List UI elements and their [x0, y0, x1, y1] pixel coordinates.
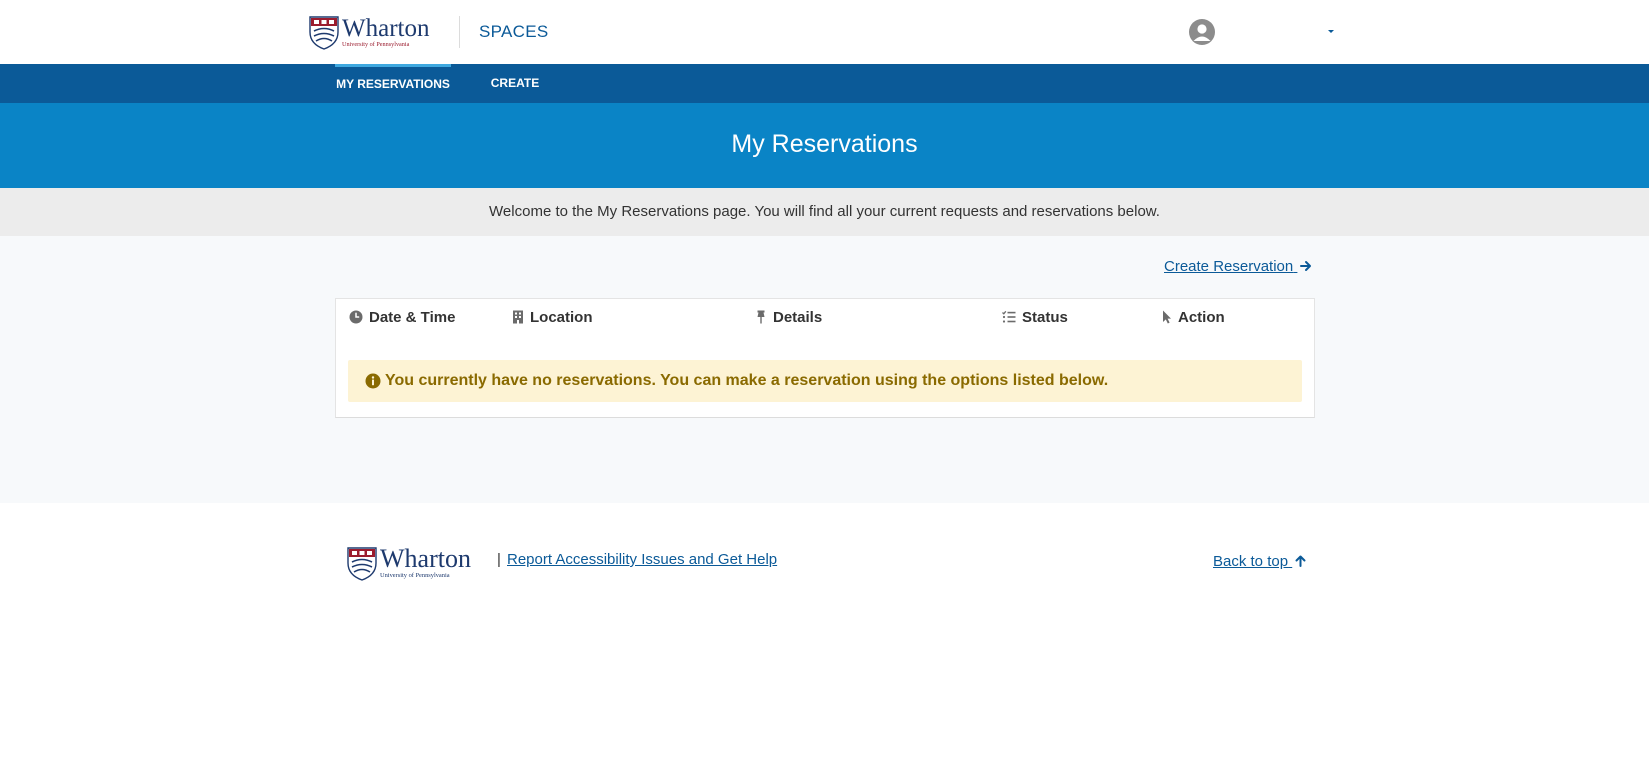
tab-my-reservations[interactable]: MY RESERVATIONS — [335, 64, 451, 103]
header-divider — [459, 16, 460, 48]
building-icon — [513, 310, 523, 324]
list-check-icon — [1002, 310, 1016, 323]
create-reservation-label: Create Reservation — [1164, 258, 1294, 275]
clock-icon — [349, 310, 363, 324]
welcome-text: Welcome to the My Reservations page. You… — [489, 203, 1160, 220]
main-content: Create Reservation Date & Time Location — [0, 236, 1649, 503]
column-label: Date & Time — [369, 309, 456, 326]
top-header: Wharton University of Pennsylvania SPACE… — [0, 0, 1649, 64]
tab-create-reservation[interactable]: CREATE RESERVATION — [451, 64, 579, 129]
wharton-logo[interactable]: Wharton University of Pennsylvania — [309, 14, 441, 50]
column-header-action[interactable]: Action — [1162, 309, 1225, 326]
svg-text:Wharton: Wharton — [342, 15, 430, 42]
footer-wharton-logo[interactable]: Wharton University of Pennsylvania — [347, 545, 485, 581]
app-name[interactable]: SPACES — [479, 22, 549, 42]
pushpin-icon — [757, 310, 765, 324]
accessibility-help-link[interactable]: Report Accessibility Issues and Get Help — [507, 551, 777, 568]
page-hero: My Reservations — [0, 103, 1649, 188]
empty-state-alert: You currently have no reservations. You … — [348, 360, 1302, 402]
welcome-banner: Welcome to the My Reservations page. You… — [0, 188, 1649, 236]
user-menu-dropdown[interactable] — [1326, 27, 1336, 37]
caret-down-icon — [1328, 30, 1334, 33]
column-label: Details — [773, 309, 823, 326]
column-header-details[interactable]: Details — [755, 309, 822, 326]
column-header-location[interactable]: Location — [512, 309, 593, 326]
pointer-icon — [1163, 310, 1171, 324]
svg-text:University of Pennsylvania: University of Pennsylvania — [342, 41, 410, 48]
empty-state-message: You currently have no reservations. You … — [385, 372, 1109, 389]
column-header-status[interactable]: Status — [1002, 309, 1068, 326]
user-circle-icon — [1193, 24, 1211, 41]
back-to-top-link[interactable]: Back to top — [1213, 553, 1306, 570]
footer-separator: | — [497, 551, 501, 568]
svg-text:University of Pennsylvania: University of Pennsylvania — [380, 572, 450, 579]
user-avatar[interactable] — [1189, 19, 1215, 45]
column-label: Status — [1022, 309, 1068, 326]
column-label: Location — [530, 309, 593, 326]
info-circle-icon — [365, 373, 381, 389]
column-header-date-time[interactable]: Date & Time — [349, 309, 455, 326]
create-reservation-link[interactable]: Create Reservation — [1164, 258, 1312, 275]
back-to-top-label: Back to top — [1213, 553, 1289, 570]
reservations-table: Date & Time Location Details Status Acti… — [335, 298, 1315, 418]
penn-shield-icon — [309, 16, 339, 50]
page-title: My Reservations — [731, 130, 918, 158]
penn-shield-icon — [347, 547, 377, 581]
page-footer: Wharton University of Pennsylvania | Rep… — [0, 503, 1649, 777]
column-label: Action — [1178, 309, 1225, 326]
arrow-right-icon — [1300, 261, 1312, 271]
arrow-up-icon — [1295, 555, 1306, 567]
main-nav: MY RESERVATIONS CREATE RESERVATION — [0, 64, 1649, 129]
svg-text:Wharton: Wharton — [380, 545, 471, 573]
